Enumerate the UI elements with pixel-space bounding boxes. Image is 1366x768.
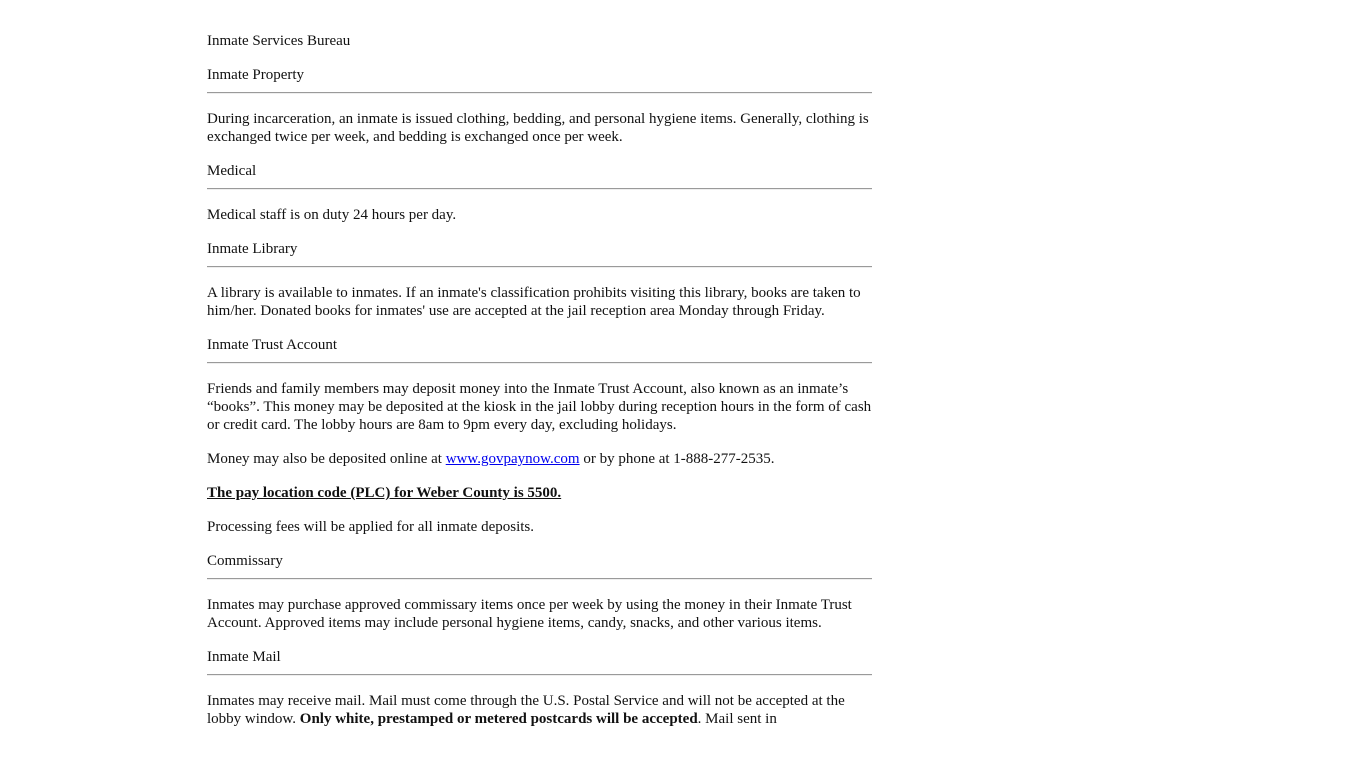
section-body: During incarceration, an inmate is issue… [207, 111, 869, 145]
section-divider [207, 674, 872, 676]
section-heading: Inmate Trust Account [207, 337, 337, 353]
section-heading: Inmate Mail [207, 649, 281, 665]
online-deposit-paragraph: Money may also be deposited online at ww… [207, 450, 872, 468]
section-body: A library is available to inmates. If an… [207, 285, 861, 319]
section-inmate-trust-account: Inmate Trust Account Friends and family … [207, 336, 872, 536]
section-divider [207, 362, 872, 364]
section-divider [207, 578, 872, 580]
mail-postcard-rule: Only white, prestamped or metered postca… [299, 711, 698, 727]
section-body: Inmates may purchase approved commissary… [207, 597, 852, 631]
section-divider [207, 92, 872, 94]
section-heading: Commissary [207, 553, 283, 569]
online-deposit-prefix: Money may also be deposited online at [207, 451, 446, 467]
section-body: Inmates may receive mail. Mail must come… [207, 692, 872, 728]
section-heading: Medical [207, 163, 257, 179]
section-body: Friends and family members may deposit m… [207, 381, 872, 433]
section-inmate-library: Inmate Library A library is available to… [207, 240, 872, 320]
section-heading: Inmate Property [207, 67, 305, 83]
section-inmate-property: Inmate Property During incarceration, an… [207, 66, 872, 146]
online-deposit-suffix: or by phone at 1-888-277-2535. [579, 451, 775, 467]
govpaynow-link[interactable]: www.govpaynow.com [446, 451, 580, 467]
section-heading: Inmate Library [207, 241, 298, 257]
section-divider [207, 188, 872, 190]
fees-note: Processing fees will be applied for all … [207, 519, 535, 535]
plc-note: The pay location code (PLC) for Weber Co… [207, 485, 562, 501]
section-body: Medical staff is on duty 24 hours per da… [207, 207, 457, 223]
section-inmate-mail: Inmate Mail Inmates may receive mail. Ma… [207, 648, 872, 728]
section-medical: Medical Medical staff is on duty 24 hour… [207, 162, 872, 224]
section-divider [207, 266, 872, 268]
section-commissary: Commissary Inmates may purchase approved… [207, 552, 872, 632]
mail-body-end: . Mail sent in [697, 711, 777, 727]
page-content: Inmate Services Bureau Inmate Property D… [207, 32, 872, 744]
bureau-title: Inmate Services Bureau [207, 33, 351, 49]
